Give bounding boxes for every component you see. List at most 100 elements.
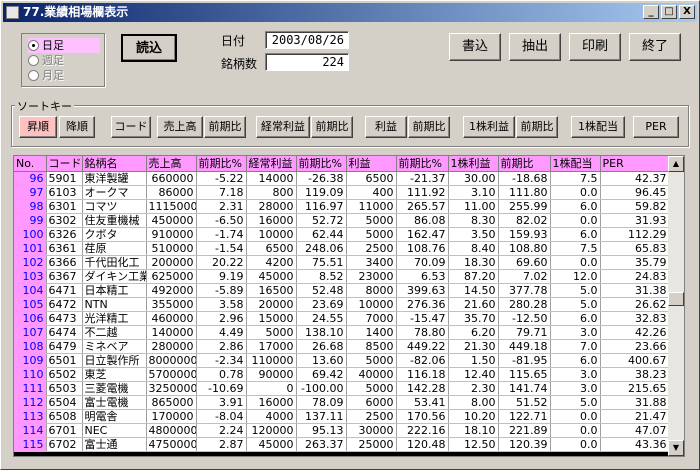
radio-monthly[interactable]: 月足 xyxy=(28,68,100,83)
table-cell: 10000 xyxy=(246,227,297,242)
table-cell: 449.18 xyxy=(498,339,551,354)
sort-key-eps-change[interactable]: 前期比 xyxy=(516,116,558,138)
table-row[interactable]: 96 5901 東洋製罐 660000 -5.22 14000 -26.38 6500 -21.… xyxy=(14,171,670,186)
minimize-button[interactable]: _ xyxy=(643,5,659,19)
table-cell: 510000 xyxy=(146,241,197,256)
column-header[interactable]: 銘柄名 xyxy=(82,156,147,172)
print-button[interactable]: 印刷 xyxy=(569,33,621,61)
exit-button[interactable]: 終了 xyxy=(629,33,681,61)
table-row[interactable]: 104 6471 日本精工 492000 -5.89 16500 52.48 8000 399.… xyxy=(14,283,670,298)
table-cell: 6702 xyxy=(46,437,83,452)
row-number: 101 xyxy=(14,241,47,256)
radio-dot xyxy=(28,40,39,51)
scroll-down-arrow-icon[interactable]: ▼ xyxy=(668,440,684,456)
table-row[interactable]: 98 6301 コマツ 1115000 2.31 28000 116.97 11000 265.… xyxy=(14,199,670,214)
table-row[interactable]: 107 6474 不二越 140000 4.49 5000 138.10 1400 78.80 6… xyxy=(14,325,670,340)
table-row[interactable]: 109 6501 日立製作所 8000000 -2.34 110000 13.60 5000-… xyxy=(14,353,670,368)
table-row[interactable]: 106 6473 光洋精工 460000 2.96 15000 24.55 7000 -15.4… xyxy=(14,311,670,326)
table-row[interactable]: 114 6701 NEC 4800000 2.24 120000 95.13 30000 222… xyxy=(14,423,670,438)
date-field[interactable]: 2003/08/26 xyxy=(265,31,349,49)
table-cell: 116.97 xyxy=(296,199,347,214)
load-button[interactable]: 読込 xyxy=(121,34,177,62)
table-row[interactable]: 100 6326 クボタ 910000 -1.74 10000 62.44 5000 162.4… xyxy=(14,227,670,242)
maximize-button[interactable]: □ xyxy=(661,5,677,19)
table-row[interactable]: 113 6508 明電舎 170000 -8.04 4000 137.11 2500 170.5… xyxy=(14,409,670,424)
row-number: 113 xyxy=(14,409,47,424)
table-row[interactable]: 110 6502 東芝 5700000 0.78 90000 69.42 40000 116.1… xyxy=(14,367,670,382)
close-button[interactable]: X xyxy=(679,5,695,19)
table-cell: 2.96 xyxy=(196,311,247,326)
sort-key-dividend[interactable]: 1株配当 xyxy=(571,116,625,138)
column-header[interactable]: 利益 xyxy=(346,156,397,172)
column-header[interactable]: 前期比% xyxy=(296,156,347,172)
sort-descending-button[interactable]: 降順 xyxy=(59,116,95,138)
table-cell: 3.10 xyxy=(448,185,499,200)
table-cell: 24.55 xyxy=(296,311,347,326)
table-row[interactable]: 103 6367 ダイキン工業 625000 9.19 45000 8.52 23000 6.5… xyxy=(14,269,670,284)
column-header[interactable]: 前期比% xyxy=(396,156,449,172)
table-cell: 6326 xyxy=(46,227,83,242)
table-cell: 45000 xyxy=(246,437,297,452)
table-cell: 52.72 xyxy=(296,213,347,228)
table-row[interactable]: 111 6503 三菱電機 3250000 -10.69 0 -100.00 5000 142.… xyxy=(14,381,670,396)
sort-key-profit[interactable]: 利益 xyxy=(365,116,407,138)
table-cell: 6474 xyxy=(46,325,83,340)
table-cell: 265.57 xyxy=(396,199,449,214)
write-button[interactable]: 書込 xyxy=(449,33,501,61)
sort-key-eps[interactable]: 1株利益 xyxy=(463,116,515,138)
table-cell: 5000 xyxy=(346,353,397,368)
table-row[interactable]: 112 6504 富士電機 865000 3.91 16000 78.09 6000 53.41… xyxy=(14,395,670,410)
scroll-up-arrow-icon[interactable]: ▲ xyxy=(668,156,684,172)
table-cell: 625000 xyxy=(146,269,197,284)
table-cell: 12.40 xyxy=(448,367,499,382)
sort-key-ordinary-change[interactable]: 前期比 xyxy=(311,116,353,138)
radio-daily[interactable]: 日足 xyxy=(28,38,100,53)
radio-weekly[interactable]: 週足 xyxy=(28,53,100,68)
table-row[interactable]: 102 6366 千代田化工 200000 20.22 4200 75.51 3400 70.0… xyxy=(14,255,670,270)
sort-key-code[interactable]: コード xyxy=(111,116,151,138)
column-header[interactable]: 前期比% xyxy=(196,156,247,172)
table-cell: 6.0 xyxy=(550,227,601,242)
table-cell: 120000 xyxy=(246,423,297,438)
table-cell: 東芝 xyxy=(82,367,147,382)
sort-key-profit-change[interactable]: 前期比 xyxy=(408,116,450,138)
table-cell: 住友重機械 xyxy=(82,213,147,228)
scroll-thumb[interactable] xyxy=(668,292,684,306)
extract-button[interactable]: 抽出 xyxy=(509,33,561,61)
table-cell: 140000 xyxy=(146,325,197,340)
column-header[interactable]: 売上高 xyxy=(146,156,197,172)
column-header[interactable]: No. xyxy=(14,156,47,172)
row-number: 111 xyxy=(14,381,47,396)
table-cell: 51.52 xyxy=(498,395,551,410)
sort-key-sales[interactable]: 売上高 xyxy=(157,116,203,138)
table-row[interactable]: 108 6479 ミネベア 280000 2.86 17000 26.68 8500 449.2… xyxy=(14,339,670,354)
data-grid[interactable]: No. コード 銘柄名 売上高 前期比% 経常利益 前期比% 利益 前期比% 1株利益 前期比 1株配… xyxy=(13,155,685,457)
sort-key-per[interactable]: PER xyxy=(633,116,679,138)
table-cell: 6502 xyxy=(46,367,83,382)
table-row[interactable]: 101 6361 荏原 510000 -1.54 6500 248.06 2500 108.76… xyxy=(14,241,670,256)
sort-key-ordinary-profit[interactable]: 経常利益 xyxy=(256,116,310,138)
table-cell: 138.10 xyxy=(296,325,347,340)
table-cell: 18.10 xyxy=(448,423,499,438)
column-header[interactable]: コード xyxy=(46,156,83,172)
column-header[interactable]: 前期比 xyxy=(498,156,551,172)
table-cell: 0.0 xyxy=(550,409,601,424)
sort-key-sales-change[interactable]: 前期比 xyxy=(204,116,246,138)
column-header[interactable]: PER xyxy=(600,156,670,172)
column-header[interactable]: 1株配当 xyxy=(550,156,601,172)
count-field[interactable]: 224 xyxy=(265,53,349,71)
column-header[interactable]: 経常利益 xyxy=(246,156,297,172)
table-body: 96 5901 東洋製罐 660000 -5.22 14000 -26.38 6500 -21.… xyxy=(14,171,670,452)
table-row[interactable]: 99 6302 住友重機械 450000 -6.50 16000 52.72 5000 86.0… xyxy=(14,213,670,228)
column-header[interactable]: 1株利益 xyxy=(448,156,499,172)
row-number: 107 xyxy=(14,325,47,340)
table-row[interactable]: 97 6103 オークマ 86000 7.18 800 119.09 400 111.92 3.1… xyxy=(14,185,670,200)
table-cell: 449.22 xyxy=(396,339,449,354)
title-bar[interactable]: 77.業績相場欄表示 _ □ X xyxy=(3,3,697,22)
table-row[interactable]: 115 6702 富士通 4750000 2.87 45000 263.37 25000 120… xyxy=(14,437,670,452)
table-cell: 3250000 xyxy=(146,381,197,396)
sort-ascending-button[interactable]: 昇順 xyxy=(19,116,57,138)
vertical-scrollbar[interactable]: ▲ ▼ xyxy=(668,156,684,456)
table-cell: 52.48 xyxy=(296,283,347,298)
table-row[interactable]: 105 6472 NTN 355000 3.58 20000 23.69 10000 276.3… xyxy=(14,297,670,312)
